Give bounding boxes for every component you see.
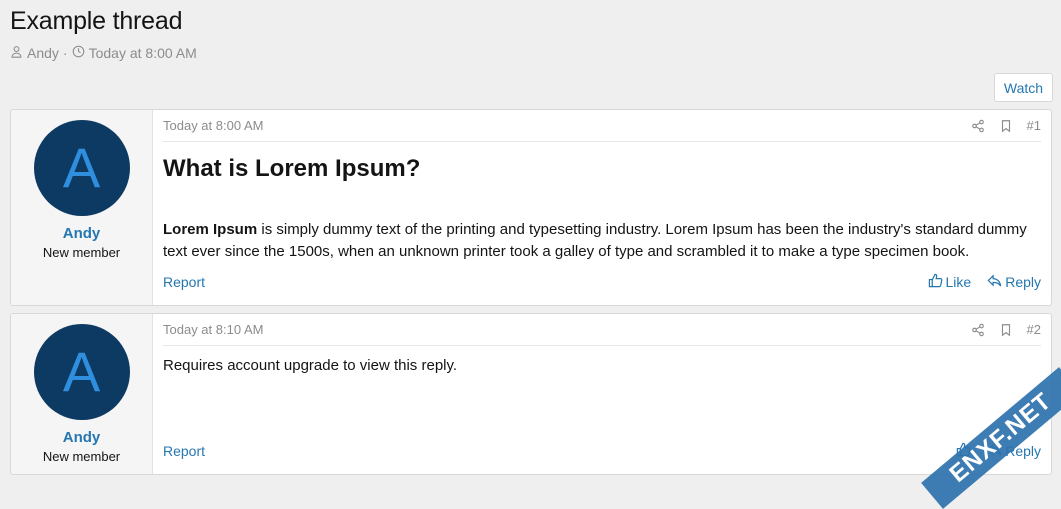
post-footer: Report Like Reply: [163, 273, 1041, 291]
reply-button[interactable]: Reply: [987, 273, 1041, 291]
avatar[interactable]: A: [33, 324, 130, 420]
thread-meta: Andy · Today at 8:00 AM: [10, 45, 197, 61]
post-main: Today at 8:00 AM #1 What is Lorem Ipsum?…: [153, 110, 1051, 305]
share-icon[interactable]: [971, 323, 985, 337]
clock-icon: [72, 45, 85, 61]
post-body-bold: Lorem Ipsum: [163, 221, 258, 238]
post-body-text: is simply dummy text of the printing and…: [163, 221, 1027, 260]
post-username[interactable]: Andy: [63, 429, 101, 446]
post-user-cell: A Andy New member: [11, 110, 153, 305]
thumbs-up-icon: [928, 273, 943, 291]
post-date[interactable]: Today at 8:10 AM: [163, 322, 957, 337]
post-username[interactable]: Andy: [63, 225, 101, 242]
post-date[interactable]: Today at 8:00 AM: [163, 118, 957, 133]
share-icon[interactable]: [971, 119, 985, 133]
like-label: Like: [945, 274, 972, 290]
post-user-cell: A Andy New member: [11, 314, 153, 474]
reply-label: Reply: [1005, 274, 1041, 290]
meta-separator: ·: [62, 45, 68, 61]
post-body: Requires account upgrade to view this re…: [163, 357, 458, 374]
watch-button[interactable]: Watch: [994, 73, 1053, 102]
user-title: New member: [42, 449, 121, 464]
like-button[interactable]: Like: [928, 273, 972, 291]
post-footer: Report Reply: [163, 442, 1041, 460]
post-body: Lorem Ipsum is simply dummy text of the …: [163, 219, 1041, 263]
post-header: Today at 8:10 AM #2: [163, 314, 1041, 346]
post-number[interactable]: #1: [1027, 118, 1041, 133]
bookmark-icon[interactable]: [999, 119, 1013, 133]
user-title: New member: [42, 245, 121, 260]
post-main: Today at 8:10 AM #2 Requires account upg…: [153, 314, 1051, 474]
thread-author[interactable]: Andy: [27, 45, 59, 61]
post-header: Today at 8:00 AM #1: [163, 110, 1041, 142]
post-number[interactable]: #2: [1027, 322, 1041, 337]
bookmark-icon[interactable]: [999, 323, 1013, 337]
thread-title: Example thread: [10, 7, 183, 35]
user-icon: [10, 45, 23, 61]
thread-date[interactable]: Today at 8:00 AM: [89, 45, 197, 61]
post-heading: What is Lorem Ipsum?: [163, 155, 421, 182]
report-link[interactable]: Report: [163, 274, 912, 290]
avatar[interactable]: A: [33, 120, 130, 216]
post: A Andy New member Today at 8:10 AM #2 Re…: [10, 313, 1052, 475]
reply-icon: [987, 273, 1002, 291]
post: A Andy New member Today at 8:00 AM #1 Wh…: [10, 109, 1052, 306]
report-link[interactable]: Report: [163, 443, 940, 459]
